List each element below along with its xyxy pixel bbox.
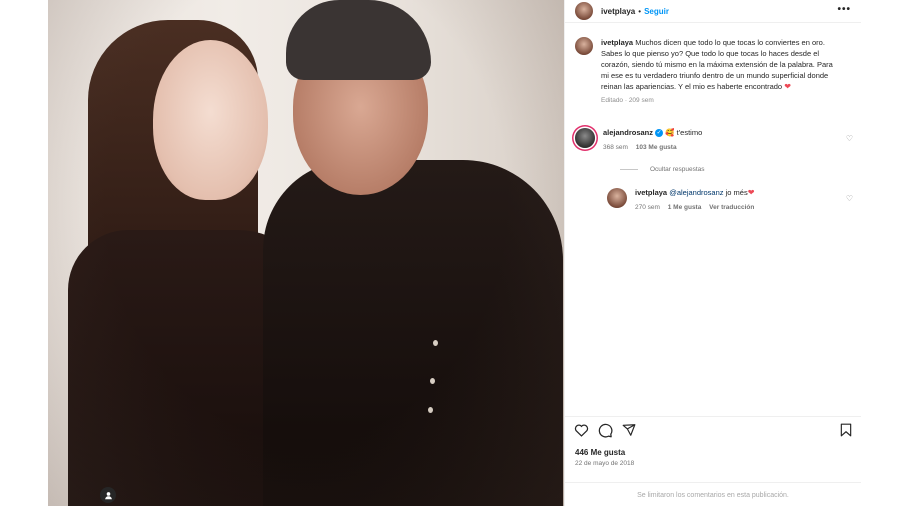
post-date[interactable]: 22 de mayo de 2018 [575,460,634,467]
follow-button[interactable]: Seguir [644,7,669,16]
reply-likes[interactable]: 1 Me gusta [668,204,702,211]
comment-likes[interactable]: 103 Me gusta [636,144,677,151]
hide-replies-line [620,169,638,170]
post-header: ivetplaya • Seguir ••• [565,0,861,23]
caption-username[interactable]: ivetplaya [601,38,633,47]
comment-like-icon[interactable]: ♡ [846,134,853,143]
header-separator: • [638,6,642,16]
comment-time: 368 sem [603,144,628,151]
comment-actions: 368 sem 103 Me gusta [603,143,702,153]
share-icon[interactable] [622,423,636,441]
more-options-icon[interactable]: ••• [837,4,851,15]
reply-actions: 270 sem 1 Me gusta Ver traducción [635,203,760,213]
comment-body: alejandrosanz ✓ 🥰 t'estimo 368 sem 103 M… [603,128,702,153]
hide-replies-button[interactable]: Ocultar respuestas [620,166,705,173]
comment-icon[interactable] [598,423,613,442]
reply-text: jo més [725,188,748,197]
comment-emoji: 🥰 [665,128,675,137]
like-icon[interactable] [574,423,589,441]
hide-replies-label: Ocultar respuestas [650,166,705,173]
reply-heart-icon: ❤ [747,188,755,197]
reply-time: 270 sem [635,204,660,211]
commenter-avatar[interactable] [575,128,595,148]
comment-item: alejandrosanz ✓ 🥰 t'estimo 368 sem 103 M… [575,128,851,153]
comment-text: t'estimo [676,128,703,137]
post-photo[interactable] [48,0,564,506]
reply-body: ivetplaya @alejandrosanz jo més❤ 270 sem… [635,188,760,213]
post-likes-count[interactable]: 446 Me gusta [575,448,625,457]
comments-limited-notice: Se limitaron los comentarios en esta pub… [565,482,861,507]
tagged-user-icon[interactable] [100,487,116,503]
reply-mention-link[interactable]: @alejandrosanz [669,188,723,197]
comment-username[interactable]: alejandrosanz [603,128,653,137]
verified-badge-icon: ✓ [655,129,664,138]
author-avatar[interactable] [575,2,593,20]
reply-avatar[interactable] [607,188,627,208]
save-icon[interactable] [840,423,852,441]
post-action-bar [565,416,861,447]
caption-avatar[interactable] [575,37,593,55]
reply-like-icon[interactable]: ♡ [846,194,853,203]
post-side-panel: ivetplaya • Seguir ••• ivetplaya Muchos … [564,0,861,506]
post-caption: ivetplaya Muchos dicen que todo lo que t… [575,37,851,106]
heart-emoji-icon: ❤ [784,82,791,91]
caption-text-block: ivetplaya Muchos dicen que todo lo que t… [601,37,841,106]
author-username[interactable]: ivetplaya [601,7,635,16]
reply-username[interactable]: ivetplaya [635,188,667,197]
caption-meta: Editado · 209 sem [601,97,654,104]
caption-text: Muchos dicen que todo lo que tocas lo co… [601,38,833,91]
translate-link[interactable]: Ver traducción [709,204,754,211]
reply-item: ivetplaya @alejandrosanz jo més❤ 270 sem… [607,188,847,213]
photo-vignette [48,0,564,506]
